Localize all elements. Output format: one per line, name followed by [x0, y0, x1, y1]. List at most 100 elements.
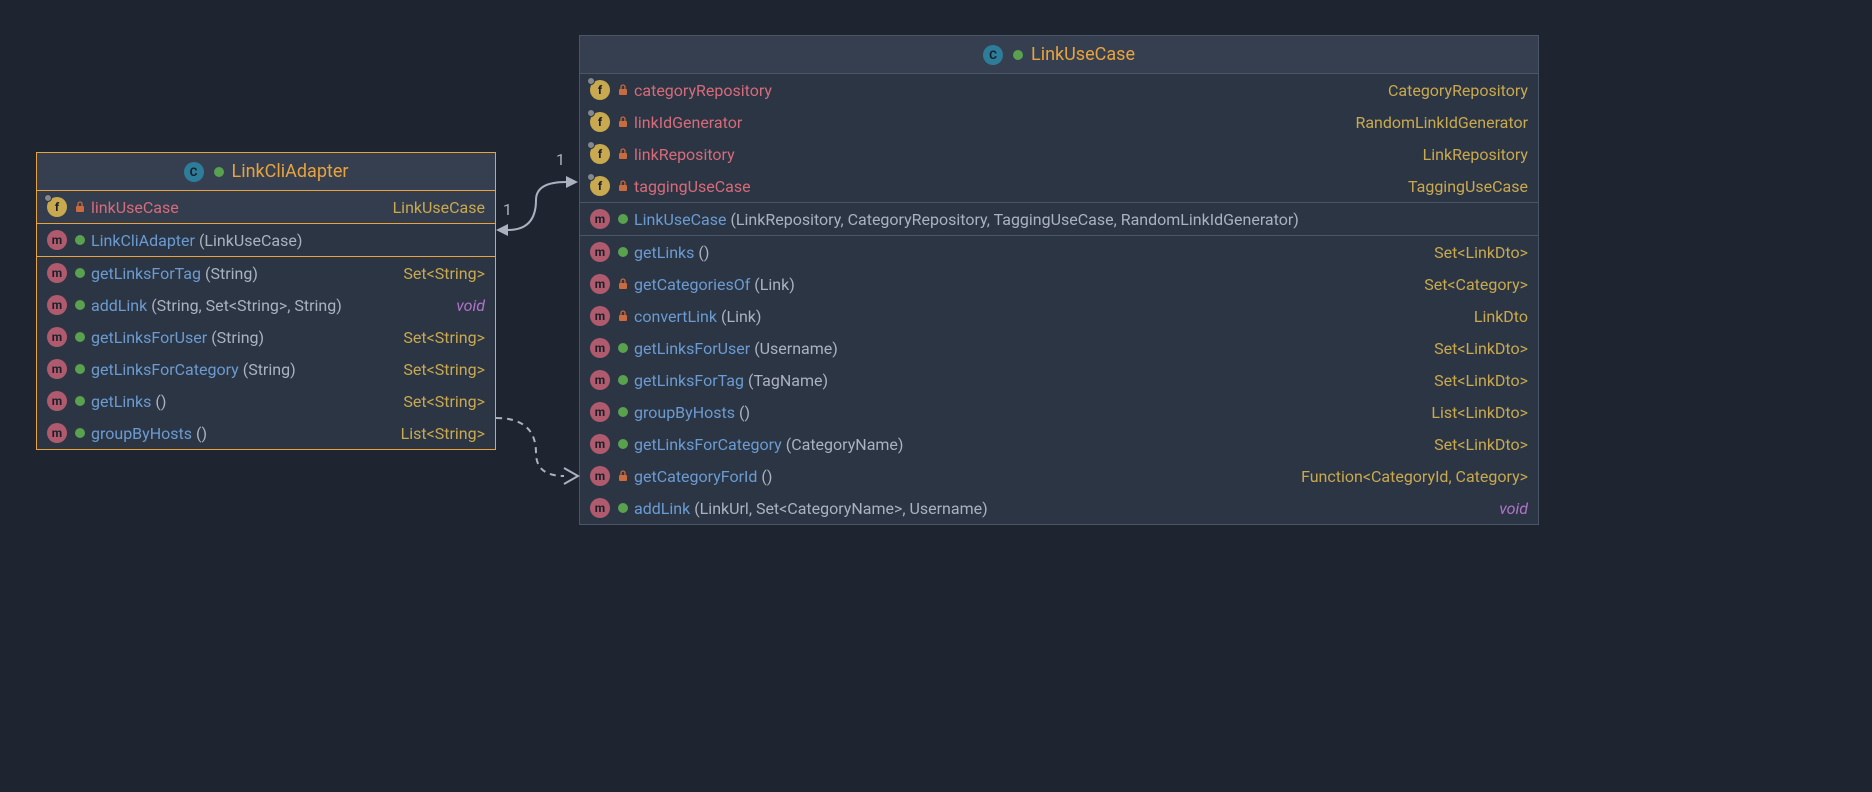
constructors-section: m LinkUseCase(LinkRepository, CategoryRe…: [580, 203, 1538, 236]
method-icon: m: [47, 263, 67, 283]
field-name: linkRepository: [634, 145, 735, 164]
params: (CategoryName): [786, 435, 904, 454]
field-row[interactable]: f linkRepository LinkRepository: [580, 138, 1538, 170]
params: (): [761, 467, 772, 486]
return-type: Set<String>: [403, 392, 485, 411]
class-box-linkusecase[interactable]: C LinkUseCase f categoryRepository Categ…: [579, 35, 1539, 525]
method-icon: m: [590, 434, 610, 454]
lock-icon: [616, 147, 630, 161]
method-name: getCategoryForId: [634, 467, 757, 486]
params: (Link): [721, 307, 762, 326]
public-icon: [1011, 48, 1025, 62]
params: (): [155, 392, 166, 411]
return-type: Set<LinkDto>: [1434, 371, 1528, 390]
methods-section: m getLinks() Set<LinkDto> m getCategorie…: [580, 236, 1538, 524]
method-icon: m: [47, 230, 67, 250]
class-header: C LinkUseCase: [580, 36, 1538, 74]
field-type: TaggingUseCase: [1408, 177, 1528, 196]
public-icon: [73, 233, 87, 247]
params: (): [196, 424, 207, 443]
return-type: Set<LinkDto>: [1434, 243, 1528, 262]
return-type: Set<String>: [403, 360, 485, 379]
method-icon: m: [47, 359, 67, 379]
method-name: getLinks: [91, 392, 151, 411]
public-icon: [73, 394, 87, 408]
return-type: Function<CategoryId, Category>: [1301, 467, 1528, 486]
field-icon: f: [47, 197, 67, 217]
return-type: void: [1499, 499, 1528, 518]
field-name: categoryRepository: [634, 81, 772, 100]
field-row[interactable]: f linkIdGenerator RandomLinkIdGenerator: [580, 106, 1538, 138]
method-name: getLinksForCategory: [91, 360, 239, 379]
params: (String, Set<String>, String): [151, 296, 342, 315]
return-type: Set<String>: [403, 328, 485, 347]
field-type: CategoryRepository: [1388, 81, 1528, 100]
method-name: groupByHosts: [91, 424, 192, 443]
method-row[interactable]: m getLinksForTag(TagName) Set<LinkDto>: [580, 364, 1538, 396]
field-icon: f: [590, 176, 610, 196]
field-type: LinkUseCase: [393, 198, 485, 217]
field-row[interactable]: f categoryRepository CategoryRepository: [580, 74, 1538, 106]
lock-icon: [616, 469, 630, 483]
class-header: C LinkCliAdapter: [37, 153, 495, 191]
method-row[interactable]: m addLink(LinkUrl, Set<CategoryName>, Us…: [580, 492, 1538, 524]
return-type: Set<Category>: [1424, 275, 1528, 294]
params: (): [698, 243, 709, 262]
lock-icon: [616, 309, 630, 323]
method-name: getLinksForCategory: [634, 435, 782, 454]
method-name: getLinks: [634, 243, 694, 262]
public-icon: [616, 341, 630, 355]
method-name: addLink: [634, 499, 690, 518]
method-row[interactable]: m getCategoriesOf(Link) Set<Category>: [580, 268, 1538, 300]
return-type: Set<LinkDto>: [1434, 339, 1528, 358]
constructor-name: LinkCliAdapter: [91, 231, 195, 250]
lock-icon: [73, 200, 87, 214]
method-name: getLinksForTag: [91, 264, 201, 283]
method-icon: m: [47, 295, 67, 315]
method-name: getCategoriesOf: [634, 275, 750, 294]
method-row[interactable]: m convertLink(Link) LinkDto: [580, 300, 1538, 332]
method-row[interactable]: m addLink(String, Set<String>, String) v…: [37, 289, 495, 321]
method-row[interactable]: m getLinksForCategory(CategoryName) Set<…: [580, 428, 1538, 460]
constructor-row[interactable]: m LinkCliAdapter(LinkUseCase): [37, 224, 495, 256]
method-icon: m: [590, 466, 610, 486]
public-icon: [212, 165, 226, 179]
class-box-linkcliadapter[interactable]: C LinkCliAdapter f linkUseCase LinkUseCa…: [36, 152, 496, 450]
field-icon: f: [590, 80, 610, 100]
class-name: LinkCliAdapter: [232, 161, 349, 182]
fields-section: f linkUseCase LinkUseCase: [37, 191, 495, 224]
field-row[interactable]: f linkUseCase LinkUseCase: [37, 191, 495, 223]
return-type: List<String>: [401, 424, 485, 443]
params: (Username): [754, 339, 838, 358]
public-icon: [73, 298, 87, 312]
field-row[interactable]: f taggingUseCase TaggingUseCase: [580, 170, 1538, 202]
method-row[interactable]: m getCategoryForId() Function<CategoryId…: [580, 460, 1538, 492]
class-name: LinkUseCase: [1031, 44, 1135, 65]
multiplicity-label: 1: [503, 200, 512, 219]
public-icon: [616, 405, 630, 419]
public-icon: [616, 373, 630, 387]
lock-icon: [616, 277, 630, 291]
method-row[interactable]: m getLinksForUser(Username) Set<LinkDto>: [580, 332, 1538, 364]
constructor-row[interactable]: m LinkUseCase(LinkRepository, CategoryRe…: [580, 203, 1538, 235]
public-icon: [616, 212, 630, 226]
method-row[interactable]: m getLinksForTag(String) Set<String>: [37, 257, 495, 289]
public-icon: [616, 437, 630, 451]
params: (String): [211, 328, 264, 347]
public-icon: [73, 330, 87, 344]
params: (LinkRepository, CategoryRepository, Tag…: [730, 210, 1298, 229]
method-row[interactable]: m getLinksForUser(String) Set<String>: [37, 321, 495, 353]
constructors-section: m LinkCliAdapter(LinkUseCase): [37, 224, 495, 257]
method-icon: m: [47, 327, 67, 347]
method-name: getLinksForTag: [634, 371, 744, 390]
method-row[interactable]: m getLinks() Set<String>: [37, 385, 495, 417]
field-name: linkIdGenerator: [634, 113, 742, 132]
method-row[interactable]: m groupByHosts() List<String>: [37, 417, 495, 449]
public-icon: [616, 501, 630, 515]
method-row[interactable]: m groupByHosts() List<LinkDto>: [580, 396, 1538, 428]
method-name: getLinksForUser: [634, 339, 750, 358]
params: (Link): [754, 275, 795, 294]
method-row[interactable]: m getLinksForCategory(String) Set<String…: [37, 353, 495, 385]
params: (String): [205, 264, 258, 283]
method-row[interactable]: m getLinks() Set<LinkDto>: [580, 236, 1538, 268]
